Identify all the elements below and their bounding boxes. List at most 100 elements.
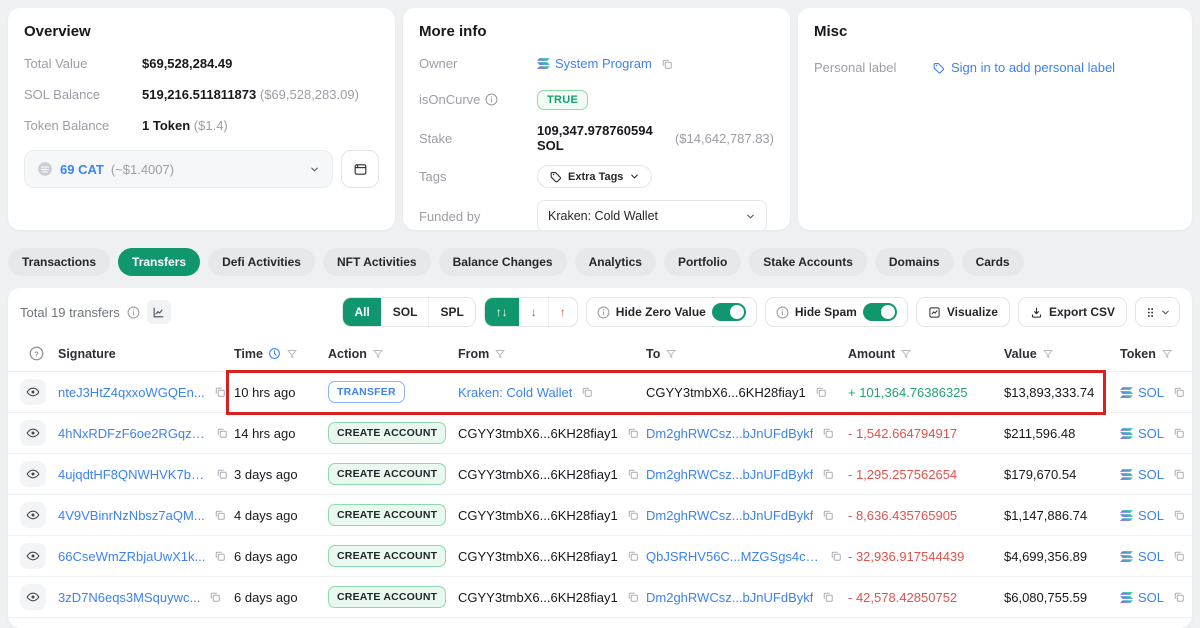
signature-link[interactable]: 4ujqdtHF8QNWHVK7b4...	[58, 467, 207, 482]
action-badge: TRANSFER	[328, 381, 405, 403]
filter-sol[interactable]: SOL	[380, 298, 429, 326]
token-link[interactable]: SOL	[1138, 426, 1164, 441]
from-address[interactable]: Kraken: Cold Wallet	[458, 385, 572, 400]
copy-icon[interactable]	[216, 427, 228, 439]
transfer-row: 3zD7N6eqs3MSquywc... 6 days ago CREATE A…	[8, 577, 1192, 618]
signature-link[interactable]: 4hNxRDFzF6oe2RGqz1...	[58, 426, 207, 441]
token-link[interactable]: SOL	[1138, 590, 1164, 605]
usd-value: $211,596.48	[1004, 425, 1076, 441]
token-link[interactable]: SOL	[1138, 385, 1164, 400]
copy-icon[interactable]	[1173, 550, 1185, 562]
copy-icon[interactable]	[214, 386, 226, 398]
copy-icon[interactable]	[214, 509, 226, 521]
filter-icon[interactable]	[665, 348, 677, 360]
token-link[interactable]: SOL	[1138, 549, 1164, 564]
signature-link[interactable]: 66CseWmZRbjaUwX1k...	[58, 549, 205, 564]
to-address[interactable]: QbJSRHV56C...MZGSgs4cnU	[646, 549, 821, 564]
token-link[interactable]: SOL	[1138, 467, 1164, 482]
copy-icon[interactable]	[209, 591, 221, 603]
col-value: Value	[1004, 346, 1037, 361]
tab-domains[interactable]: Domains	[874, 248, 954, 276]
wallet-button[interactable]	[341, 150, 379, 188]
tab-portfolio[interactable]: Portfolio	[663, 248, 742, 276]
copy-icon[interactable]	[661, 58, 673, 70]
to-address[interactable]: Dm2ghRWCsz...bJnUFdBykf	[646, 426, 813, 441]
transfer-row: 4V9VBinrNzNbsz7aQM... 4 days ago CREATE …	[8, 495, 1192, 536]
from-address[interactable]: CGYY3tmbX6...6KH28fiay1	[458, 426, 618, 441]
copy-icon[interactable]	[627, 509, 639, 521]
filter-icon[interactable]	[1042, 348, 1054, 360]
from-address[interactable]: CGYY3tmbX6...6KH28fiay1	[458, 590, 618, 605]
tab-nft-activities[interactable]: NFT Activities	[322, 248, 431, 276]
filter-icon[interactable]	[1161, 348, 1173, 360]
tab-analytics[interactable]: Analytics	[574, 248, 656, 276]
signature-link[interactable]: 4V9VBinrNzNbsz7aQM...	[58, 508, 205, 523]
copy-icon[interactable]	[815, 386, 827, 398]
owner-link[interactable]: System Program	[555, 56, 652, 71]
copy-icon[interactable]	[1173, 591, 1185, 603]
preview-eye-button[interactable]	[20, 420, 46, 446]
column-settings-button[interactable]	[1135, 297, 1180, 327]
from-address[interactable]: CGYY3tmbX6...6KH28fiay1	[458, 508, 618, 523]
extra-tags-button[interactable]: Extra Tags	[537, 165, 653, 188]
visualize-button[interactable]: Visualize	[915, 297, 1010, 327]
preview-eye-button[interactable]	[20, 502, 46, 528]
signature-link[interactable]: 3zD7N6eqs3MSquywc...	[58, 590, 200, 605]
copy-icon[interactable]	[1173, 427, 1185, 439]
sort-outgoing-button[interactable]: ↑	[547, 298, 577, 326]
tab-balance-changes[interactable]: Balance Changes	[438, 248, 567, 276]
copy-icon[interactable]	[214, 550, 226, 562]
filter-icon[interactable]	[372, 348, 384, 360]
sort-incoming-button[interactable]: ↓	[518, 298, 548, 326]
to-address[interactable]: Dm2ghRWCsz...bJnUFdBykf	[646, 508, 813, 523]
preview-eye-button[interactable]	[20, 379, 46, 405]
filter-all[interactable]: All	[343, 298, 381, 326]
from-address[interactable]: CGYY3tmbX6...6KH28fiay1	[458, 467, 618, 482]
copy-icon[interactable]	[822, 591, 834, 603]
copy-icon[interactable]	[627, 427, 639, 439]
preview-eye-button[interactable]	[20, 584, 46, 610]
filter-icon[interactable]	[494, 348, 506, 360]
copy-icon[interactable]	[822, 427, 834, 439]
filter-icon[interactable]	[286, 348, 298, 360]
copy-icon[interactable]	[627, 550, 639, 562]
copy-icon[interactable]	[830, 550, 842, 562]
copy-icon[interactable]	[216, 468, 228, 480]
copy-icon[interactable]	[627, 591, 639, 603]
help-icon[interactable]: ?	[29, 346, 44, 361]
tab-transactions[interactable]: Transactions	[8, 248, 111, 276]
tab-transfers[interactable]: Transfers	[118, 248, 201, 276]
copy-icon[interactable]	[581, 386, 593, 398]
from-address[interactable]: CGYY3tmbX6...6KH28fiay1	[458, 549, 618, 564]
export-csv-button[interactable]: Export CSV	[1017, 297, 1127, 327]
copy-icon[interactable]	[822, 468, 834, 480]
to-address[interactable]: Dm2ghRWCsz...bJnUFdBykf	[646, 590, 813, 605]
token-link[interactable]: SOL	[1138, 508, 1164, 523]
chart-button[interactable]	[146, 300, 171, 324]
hide-spam-toggle[interactable]	[862, 303, 897, 321]
signature-link[interactable]: nteJ3HtZ4qxxoWGQEn...	[58, 385, 205, 400]
tab-stake-accounts[interactable]: Stake Accounts	[749, 248, 867, 276]
to-address[interactable]: Dm2ghRWCsz...bJnUFdBykf	[646, 467, 813, 482]
tab-defi-activities[interactable]: Defi Activities	[208, 248, 315, 276]
copy-icon[interactable]	[1173, 386, 1185, 398]
filter-icon[interactable]	[900, 348, 912, 360]
clock-icon[interactable]	[268, 347, 281, 360]
hide-zero-toggle[interactable]	[711, 303, 746, 321]
copy-icon[interactable]	[822, 509, 834, 521]
sort-both-button[interactable]: ↑↓	[484, 298, 519, 326]
action-badge: CREATE ACCOUNT	[328, 504, 447, 526]
solana-icon	[1120, 509, 1133, 521]
funded-by-select[interactable]: Kraken: Cold Wallet	[537, 200, 767, 230]
tags-label: Tags	[419, 169, 447, 184]
copy-icon[interactable]	[1173, 468, 1185, 480]
preview-eye-button[interactable]	[20, 461, 46, 487]
copy-icon[interactable]	[627, 468, 639, 480]
tab-cards[interactable]: Cards	[961, 248, 1024, 276]
sign-in-label-link[interactable]: Sign in to add personal label	[932, 60, 1115, 75]
to-address[interactable]: CGYY3tmbX6...6KH28fiay1	[646, 385, 806, 400]
filter-spl[interactable]: SPL	[428, 298, 474, 326]
preview-eye-button[interactable]	[20, 543, 46, 569]
copy-icon[interactable]	[1173, 509, 1185, 521]
token-select[interactable]: 69 CAT (~$1.4007)	[24, 150, 333, 188]
